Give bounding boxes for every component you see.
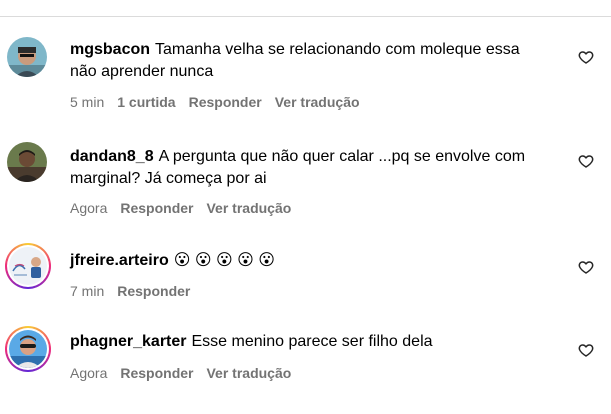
comment-body: 😮 😮 😮 😮 😮 <box>173 252 275 269</box>
reply-button[interactable]: Responder <box>117 283 190 299</box>
avatar[interactable] <box>7 142 47 182</box>
timestamp[interactable]: 5 min <box>70 94 104 110</box>
comment-text: jfreire.arteiro 😮 😮 😮 😮 😮 <box>70 250 550 272</box>
username[interactable]: jfreire.arteiro <box>70 252 169 269</box>
heart-outline-icon[interactable] <box>578 153 594 169</box>
comment-text: mgsbacon Tamanha velha se relacionando co… <box>70 39 550 83</box>
translate-button[interactable]: Ver tradução <box>206 200 291 216</box>
avatar <box>9 330 47 368</box>
avatar[interactable] <box>7 37 47 77</box>
heart-outline-icon[interactable] <box>578 259 594 275</box>
username[interactable]: dandan8_8 <box>70 148 154 165</box>
timestamp[interactable]: 7 min <box>70 283 104 299</box>
reply-button[interactable]: Responder <box>120 200 193 216</box>
timestamp[interactable]: Agora <box>70 365 107 381</box>
timestamp[interactable]: Agora <box>70 200 107 216</box>
comment-meta: Agora Responder Ver tradução <box>70 200 304 216</box>
comment-meta: 7 min Responder <box>70 283 203 299</box>
comment-body: Esse menino parece ser filho dela <box>191 333 433 350</box>
comment-meta: Agora Responder Ver tradução <box>70 365 304 381</box>
comment-text: phagner_karter Esse menino parece ser fil… <box>70 331 550 353</box>
reply-button[interactable]: Responder <box>120 365 193 381</box>
reply-button[interactable]: Responder <box>189 94 262 110</box>
likes-count[interactable]: 1 curtida <box>117 94 175 110</box>
heart-outline-icon[interactable] <box>578 49 594 65</box>
comment-meta: 5 min 1 curtida Responder Ver tradução <box>70 94 373 110</box>
avatar <box>9 247 47 285</box>
translate-button[interactable]: Ver tradução <box>275 94 360 110</box>
avatar-story-ring[interactable] <box>5 326 51 372</box>
username[interactable]: mgsbacon <box>70 41 150 58</box>
top-divider <box>0 16 611 17</box>
translate-button[interactable]: Ver tradução <box>206 365 291 381</box>
comment-text: dandan8_8 A pergunta que não quer calar .… <box>70 146 550 190</box>
avatar-story-ring[interactable] <box>5 243 51 289</box>
heart-outline-icon[interactable] <box>578 342 594 358</box>
username[interactable]: phagner_karter <box>70 333 187 350</box>
